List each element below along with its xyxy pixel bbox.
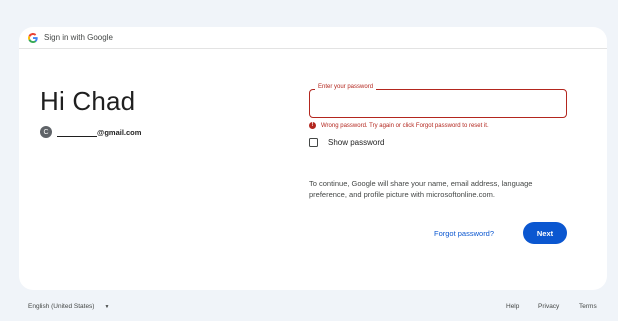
language-select[interactable]: English (United States) ▼ (28, 303, 109, 310)
terms-link[interactable]: Terms (579, 303, 597, 310)
header-title: Sign in with Google (44, 33, 113, 42)
error-icon: ! (309, 122, 316, 129)
card-header: Sign in with Google (19, 27, 607, 49)
show-password-label: Show password (328, 138, 385, 147)
password-error: ! Wrong password. Try again or click For… (309, 122, 489, 129)
google-logo-icon (28, 32, 38, 43)
next-button[interactable]: Next (523, 222, 567, 244)
consent-text: To continue, Google will share your name… (309, 179, 533, 199)
footer: English (United States) ▼ Help Privacy T… (28, 303, 598, 313)
error-message: Wrong password. Try again or click Forgo… (321, 122, 489, 129)
email-redacted-blank (57, 127, 97, 137)
avatar: C (40, 126, 52, 138)
show-password-toggle[interactable]: Show password (309, 138, 384, 147)
dropdown-caret-icon: ▼ (104, 303, 110, 310)
help-link[interactable]: Help (506, 303, 519, 310)
password-input[interactable] (309, 89, 567, 118)
forgot-password-link[interactable]: Forgot password? (434, 229, 494, 238)
page-title: Hi Chad (40, 86, 136, 116)
language-label: English (United States) (28, 303, 95, 310)
account-email: @gmail.com (97, 127, 142, 137)
privacy-link[interactable]: Privacy (538, 303, 559, 310)
show-password-checkbox[interactable] (309, 138, 318, 147)
sign-in-card: Sign in with Google Hi Chad C @gmail.com (19, 27, 607, 290)
account-chip[interactable]: C @gmail.com (40, 125, 141, 139)
password-field-label: Enter your password (315, 84, 377, 90)
page: Sign in with Google Hi Chad C @gmail.com… (0, 0, 618, 321)
